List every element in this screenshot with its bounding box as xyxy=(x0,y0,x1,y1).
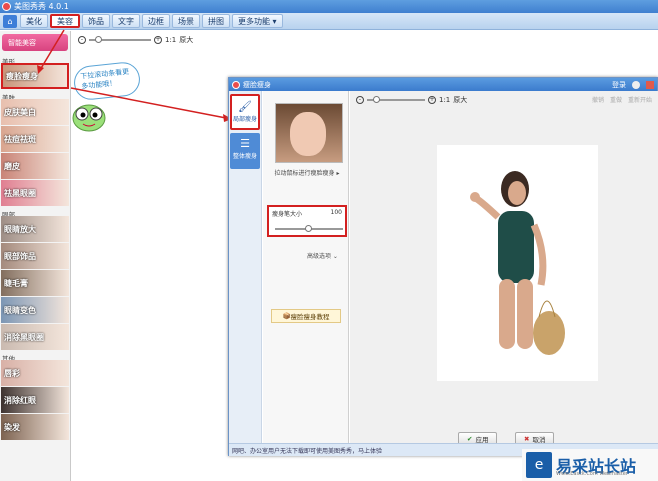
window-titlebar: 美图秀秀 4.0.1 xyxy=(0,0,658,13)
sidebar-item-label: 唇彩 xyxy=(4,368,20,378)
sidebar-item[interactable]: 消除黑眼圈 xyxy=(1,324,69,350)
menu-tab-3[interactable]: 文字 xyxy=(112,14,140,28)
sidebar-item-label: 祛黑眼圈 xyxy=(4,188,36,198)
canvas-area: - + 1:1 原大 撤销 重做 重新开始 ✔ 应用 ✖ 取消 xyxy=(350,91,658,445)
sidebar-item[interactable]: 皮肤美白 xyxy=(1,99,69,125)
app-title: 美图秀秀 4.0.1 xyxy=(14,2,69,11)
beauty-sidebar: 智能美容 美形瘦脸瘦身美肤皮肤美白祛痘祛斑磨皮祛黑眼圈眼部眼睛放大眼部饰品睫毛膏… xyxy=(0,31,71,481)
app-logo-icon xyxy=(2,2,11,11)
redo-button[interactable]: 重做 xyxy=(610,95,622,104)
sidebar-item[interactable]: 瘦脸瘦身 xyxy=(1,63,69,89)
menu-tab-5[interactable]: 场景 xyxy=(172,14,200,28)
status-text: 网吧、办公室用户无法下载即可使用美图秀秀，马上体验 xyxy=(232,447,383,455)
menu-tab-6[interactable]: 拼图 xyxy=(202,14,230,28)
sidebar-item-label: 染发 xyxy=(4,422,20,432)
pen-size-value: 100 xyxy=(330,209,342,216)
dialog-titlebar: 瘦脸瘦身 登录 xyxy=(229,78,657,91)
zoom-slider[interactable] xyxy=(89,36,151,43)
sidebar-item[interactable]: 眼睛变色 xyxy=(1,297,69,323)
sidebar-item-label: 消除黑眼圈 xyxy=(4,332,44,342)
zoom-out-icon[interactable]: - xyxy=(78,36,86,44)
sidebar-item-label: 磨皮 xyxy=(4,161,20,171)
menu-tab-4[interactable]: 边框 xyxy=(142,14,170,28)
slim-dialog: 瘦脸瘦身 登录 🖌 局部瘦身 ☰ 整体瘦身 拉动鼠标进行瘦脸瘦身 ▸ 瘦身笔大小… xyxy=(228,77,658,456)
sidebar-item[interactable]: 眼睛放大 xyxy=(1,216,69,242)
tutorial-preview-image xyxy=(275,103,343,163)
sidebar-section-title: 美肤 xyxy=(2,94,15,102)
mascot-icon xyxy=(72,104,106,132)
brush-icon: 🖌 xyxy=(238,100,252,113)
canvas-ratio[interactable]: 1:1 xyxy=(439,96,450,104)
canvas-zoom-slider[interactable] xyxy=(367,96,425,103)
sidebar-item-label: 皮肤美白 xyxy=(4,107,36,117)
canvas-ratio-label[interactable]: 原大 xyxy=(453,95,467,105)
sidebar-item[interactable]: 消除红眼 xyxy=(1,387,69,413)
sidebar-section-title: 其他 xyxy=(2,355,15,363)
slim-mode-tabs: 🖌 局部瘦身 ☰ 整体瘦身 xyxy=(229,91,262,443)
site-url: Www.Easck.Com Webmaster xyxy=(556,471,628,477)
sidebar-item[interactable]: 染发 xyxy=(1,414,69,440)
sidebar-item-label: 眼部饰品 xyxy=(4,251,36,261)
advanced-options[interactable]: 高级选项 ⌄ xyxy=(307,251,338,260)
home-icon[interactable]: ⌂ xyxy=(3,14,17,28)
sidebar-item[interactable]: 眼部饰品 xyxy=(1,243,69,269)
sidebar-item[interactable]: 磨皮 xyxy=(1,153,69,179)
zoom-toolbar: - + 1:1 原大 xyxy=(78,35,193,45)
pen-size-slider[interactable] xyxy=(275,225,343,232)
oneclick-beauty-button[interactable]: 智能美容 xyxy=(2,34,68,51)
sidebar-item-label: 眼睛放大 xyxy=(4,224,36,234)
dialog-title: 瘦脸瘦身 xyxy=(243,80,271,89)
zoom-label[interactable]: 原大 xyxy=(179,35,193,45)
pen-size-box: 瘦身笔大小 100 xyxy=(267,205,347,237)
canvas-zoom-out-icon[interactable]: - xyxy=(356,96,364,104)
canvas-zoom-toolbar: - + 1:1 原大 xyxy=(356,95,467,105)
user-avatar-icon[interactable] xyxy=(632,80,640,89)
sidebar-item-label: 消除红眼 xyxy=(4,395,36,405)
pen-size-label: 瘦身笔大小 xyxy=(272,211,303,218)
sidebar-item-label: 睫毛膏 xyxy=(4,278,28,288)
zoom-in-icon[interactable]: + xyxy=(154,36,162,44)
sidebar-item-label: 眼睛变色 xyxy=(4,305,36,315)
pen-size-knob[interactable] xyxy=(305,225,312,232)
sidebar-item[interactable]: 祛痘祛斑 xyxy=(1,126,69,152)
zoom-slider-knob[interactable] xyxy=(95,36,102,43)
menu-tab-7[interactable]: 更多功能 ▾ xyxy=(232,14,283,28)
sidebar-section-title: 美形 xyxy=(2,58,15,66)
undo-button[interactable]: 撤销 xyxy=(592,95,604,104)
login-link[interactable]: 登录 xyxy=(612,80,626,90)
reset-button[interactable]: 重新开始 xyxy=(628,95,652,104)
tab-local-slim[interactable]: 🖌 局部瘦身 xyxy=(230,94,260,130)
sidebar-item-label: 祛痘祛斑 xyxy=(4,134,36,144)
preview-tip: 拉动鼠标进行瘦脸瘦身 ▸ xyxy=(274,170,340,177)
sidebar-item-label: 瘦脸瘦身 xyxy=(6,71,38,81)
menu-tab-0[interactable]: 美化 xyxy=(20,14,48,28)
close-icon[interactable] xyxy=(646,80,654,89)
canvas-zoom-in-icon[interactable]: + xyxy=(428,96,436,104)
tab-whole-slim[interactable]: ☰ 整体瘦身 xyxy=(230,133,260,169)
menu-lines-icon: ☰ xyxy=(240,137,250,150)
site-logo-icon: e xyxy=(526,452,552,478)
sidebar-item[interactable]: 祛黑眼圈 xyxy=(1,180,69,206)
main-menubar: ⌂ 美化 美容 饰品 文字 边框 场景 拼图 更多功能 ▾ xyxy=(0,13,658,30)
tutorial-button[interactable]: 📦 瘦脸瘦身教程 xyxy=(271,309,341,323)
history-toolbar: 撤销 重做 重新开始 xyxy=(586,95,652,104)
dialog-logo-icon xyxy=(232,80,240,89)
zoom-ratio[interactable]: 1:1 xyxy=(165,36,176,44)
tool-panel: 拉动鼠标进行瘦脸瘦身 ▸ 瘦身笔大小 100 高级选项 ⌄ 📦 瘦脸瘦身教程 xyxy=(263,91,349,443)
site-watermark: e 易采站长站 Www.Easck.Com Webmaster xyxy=(522,449,658,481)
menu-tab-2[interactable]: 饰品 xyxy=(82,14,110,28)
sidebar-item[interactable]: 睫毛膏 xyxy=(1,270,69,296)
sidebar-section-title: 眼部 xyxy=(2,211,15,219)
editing-photo[interactable] xyxy=(437,145,598,381)
menu-tab-1[interactable]: 美容 xyxy=(50,14,80,28)
sidebar-item[interactable]: 唇彩 xyxy=(1,360,69,386)
